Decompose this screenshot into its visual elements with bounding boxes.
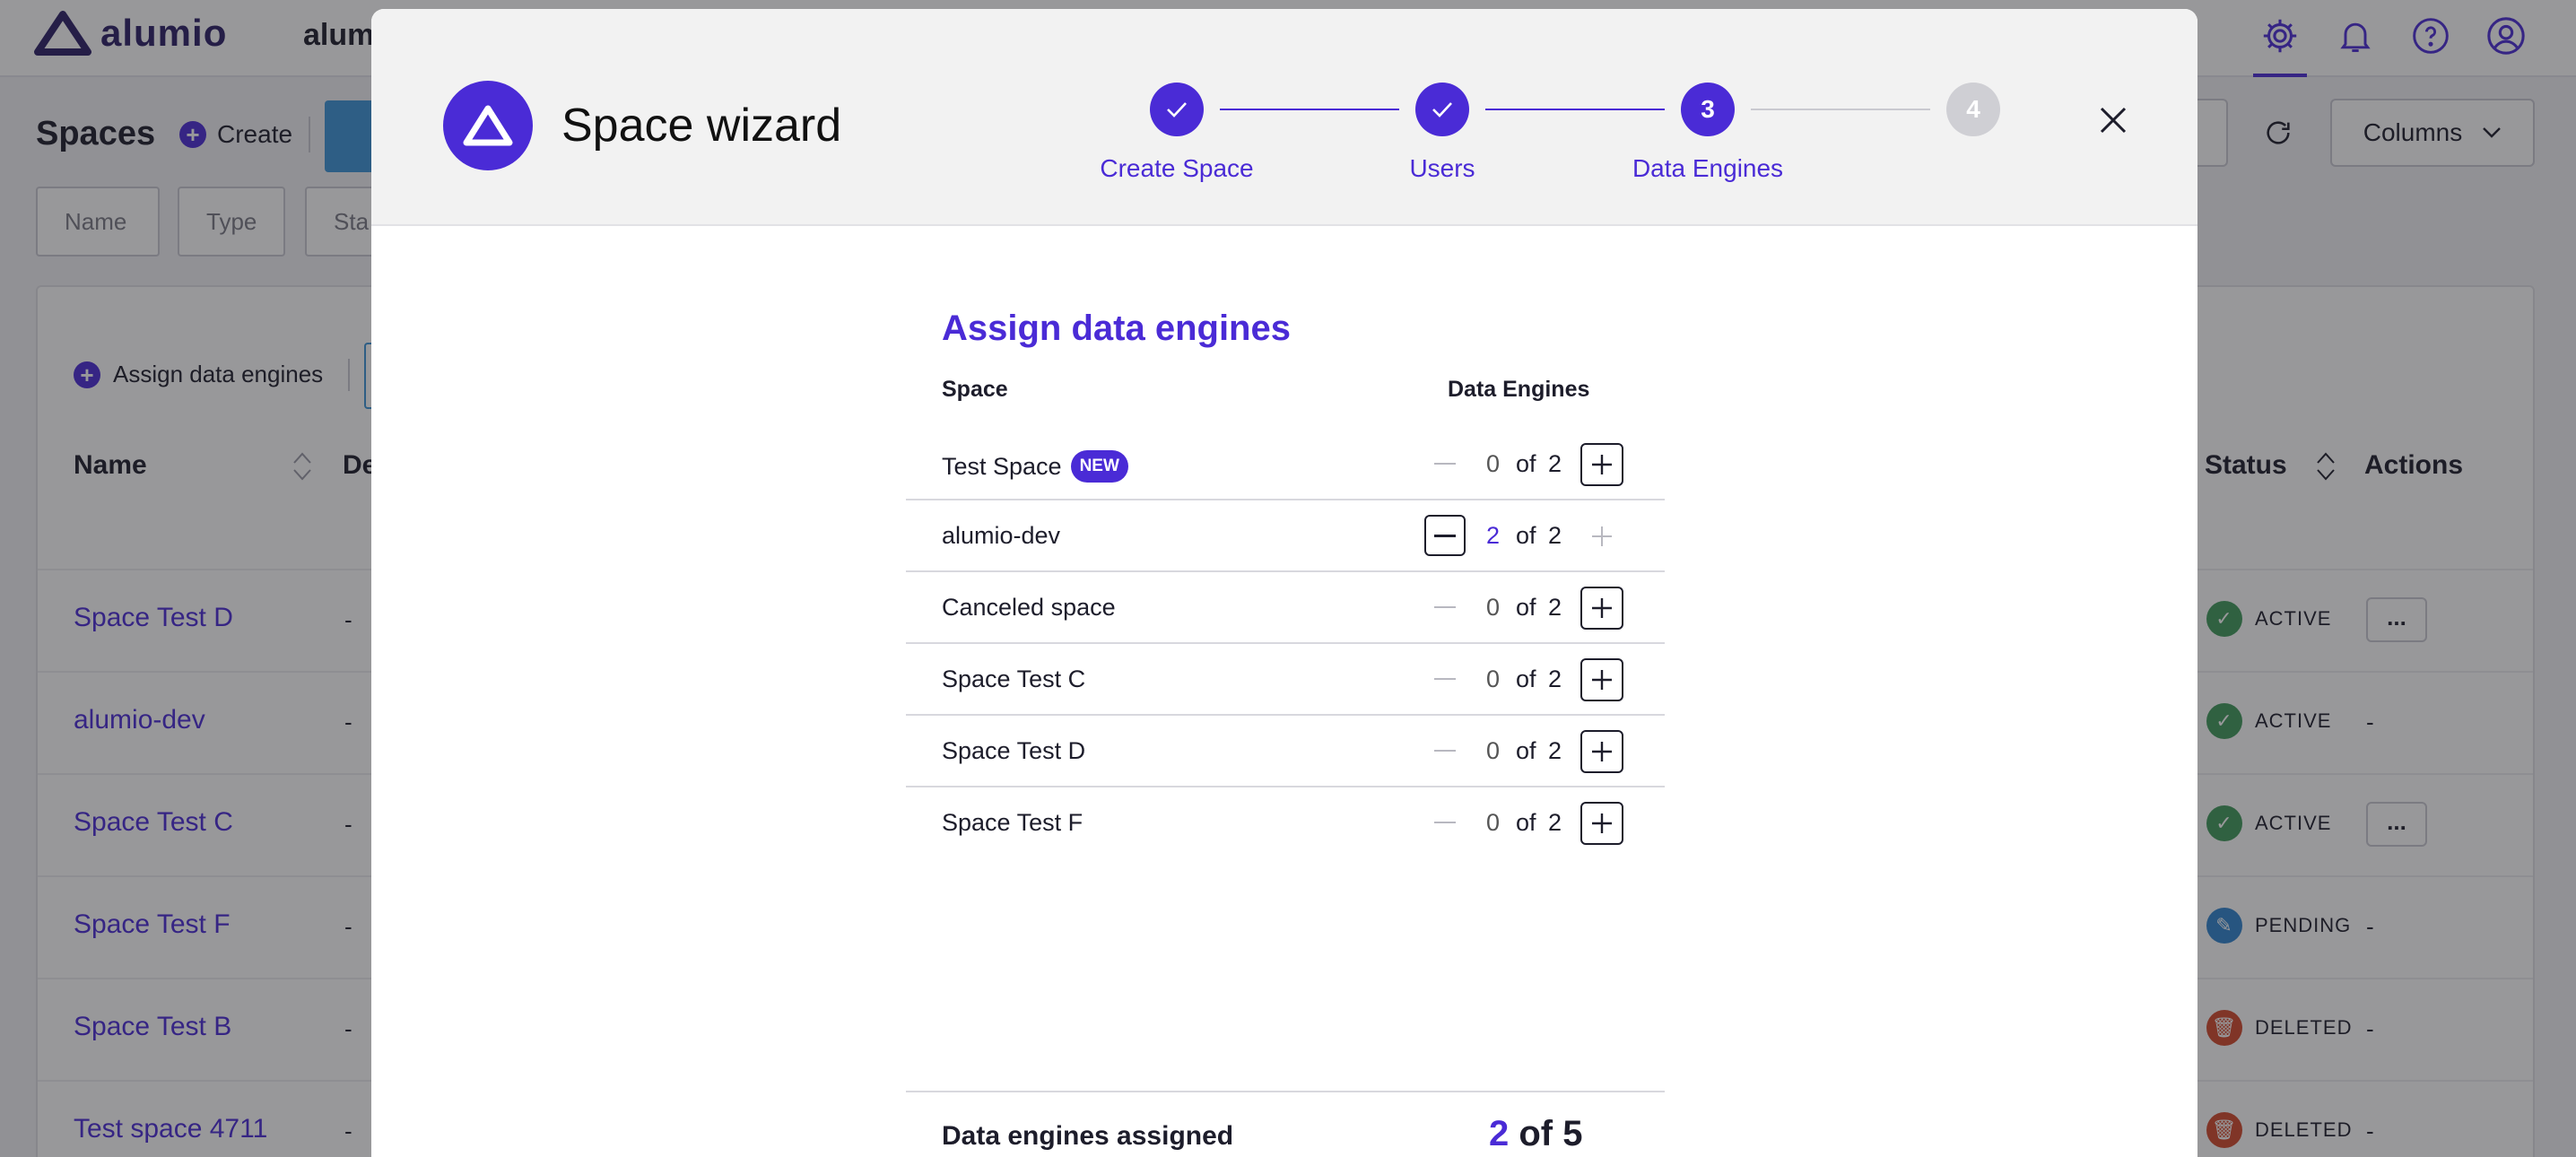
engine-row: alumio-dev 2 of 2 xyxy=(906,500,1665,572)
increment-button[interactable] xyxy=(1580,730,1623,773)
assigned-count: 0 xyxy=(1485,665,1500,692)
engine-row: Test Space NEW 0 of 2 xyxy=(906,429,1665,500)
space-name: Space Test C xyxy=(942,665,1086,692)
engine-row: Space Test F 0 of 2 xyxy=(906,787,1665,859)
total-count: 2 xyxy=(1548,737,1562,764)
decrement-button[interactable] xyxy=(1424,515,1466,556)
total-count: 2 xyxy=(1548,594,1562,621)
engine-row: Space Test C 0 of 2 xyxy=(906,644,1665,716)
step-2-check-icon[interactable] xyxy=(1415,83,1469,136)
decrement-button[interactable] xyxy=(1424,443,1466,484)
space-name: Space Test D xyxy=(942,737,1086,764)
section-title: Assign data engines xyxy=(942,309,1291,348)
of-label: of xyxy=(1516,594,1536,621)
space-name: alumio-dev xyxy=(942,522,1061,549)
increment-button[interactable] xyxy=(1580,587,1623,630)
of-label: of xyxy=(1516,450,1536,477)
close-icon[interactable] xyxy=(2092,99,2135,142)
assigned-count: 0 xyxy=(1485,450,1500,477)
step-label-users[interactable]: Users xyxy=(1409,154,1475,183)
summary-assigned-count: 2 xyxy=(1489,1114,1510,1153)
step-label-data-engines: Data Engines xyxy=(1632,154,1784,182)
decrement-button[interactable] xyxy=(1424,730,1466,771)
wizard-header: Space wizard 3 4 Create Space Users Data… xyxy=(371,9,2197,226)
step-label-create-space[interactable]: Create Space xyxy=(1100,154,1253,183)
space-name: Canceled space xyxy=(942,594,1116,621)
column-header-space: Space xyxy=(942,377,1008,402)
decrement-button[interactable] xyxy=(1424,587,1466,628)
wizard-title: Space wizard xyxy=(561,100,842,152)
engine-row: Space Test D 0 of 2 xyxy=(906,716,1665,787)
assigned-count: 0 xyxy=(1485,737,1500,764)
of-label: of xyxy=(1516,809,1536,836)
of-label: of xyxy=(1516,737,1536,764)
increment-button[interactable] xyxy=(1580,443,1623,486)
summary-total: of 5 xyxy=(1519,1114,1583,1153)
engine-row: Canceled space 0 of 2 xyxy=(906,572,1665,644)
assigned-count: 0 xyxy=(1485,594,1500,621)
increment-button[interactable] xyxy=(1580,515,1623,558)
space-name: Space Test F xyxy=(942,809,1083,836)
decrement-button[interactable] xyxy=(1424,658,1466,700)
assigned-count: 2 xyxy=(1485,522,1500,549)
step-connector xyxy=(1751,109,1930,110)
assigned-count: 0 xyxy=(1485,809,1500,836)
decrement-button[interactable] xyxy=(1424,802,1466,843)
step-connector xyxy=(1485,109,1665,110)
of-label: of xyxy=(1516,522,1536,549)
alumio-logo-icon xyxy=(443,81,533,170)
total-count: 2 xyxy=(1548,809,1562,836)
increment-button[interactable] xyxy=(1580,658,1623,701)
increment-button[interactable] xyxy=(1580,802,1623,845)
step-connector xyxy=(1220,109,1399,110)
total-count: 2 xyxy=(1548,522,1562,549)
summary-divider xyxy=(906,1091,1665,1092)
total-count: 2 xyxy=(1548,450,1562,477)
engine-space-cell: Test Space NEW xyxy=(942,450,1128,483)
step-3-indicator: 3 xyxy=(1681,83,1735,136)
column-header-data-engines: Data Engines xyxy=(1448,377,1590,402)
of-label: of xyxy=(1516,665,1536,692)
summary-label: Data engines assigned xyxy=(942,1121,1234,1151)
space-wizard-modal: Space wizard 3 4 Create Space Users Data… xyxy=(371,9,2197,1157)
step-1-check-icon[interactable] xyxy=(1150,83,1204,136)
total-count: 2 xyxy=(1548,665,1562,692)
new-badge: NEW xyxy=(1070,450,1128,483)
step-4-indicator: 4 xyxy=(1946,83,2000,136)
summary-value: 2 of 5 xyxy=(1489,1114,1583,1154)
space-name: Test Space xyxy=(942,452,1062,480)
